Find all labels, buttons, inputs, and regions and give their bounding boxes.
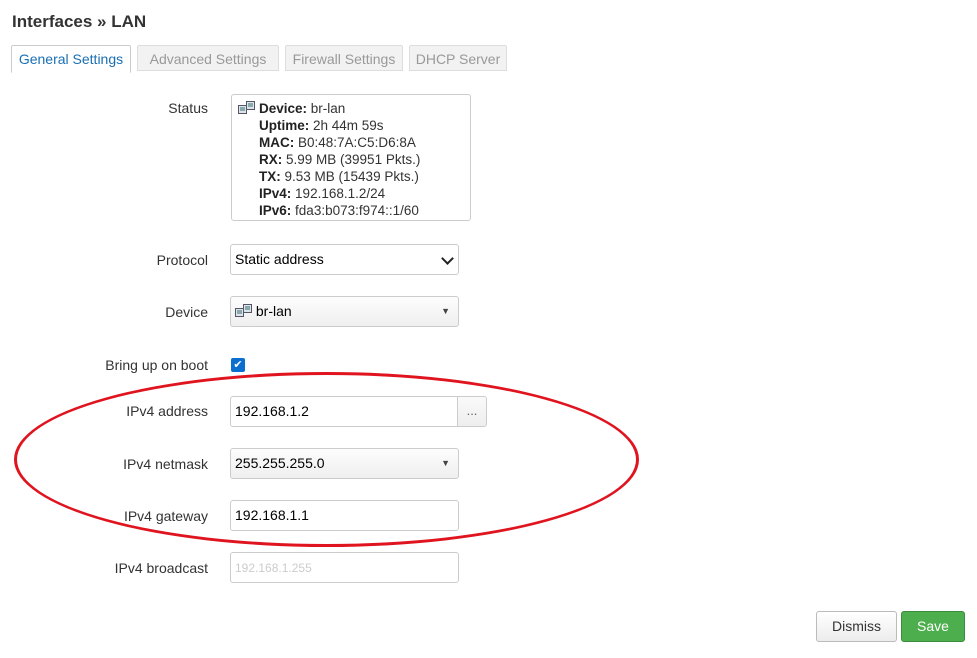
status-line: IPv6: fda3:b073:f974::1/60 (259, 202, 464, 219)
ipv4-broadcast-placeholder: 192.168.1.255 (235, 561, 312, 575)
status-key: MAC: (259, 135, 295, 150)
status-key: IPv6: (259, 203, 292, 218)
ipv4-gateway-label: IPv4 gateway (123, 508, 208, 524)
status-value: br-lan (310, 101, 346, 116)
status-panel: Device: br-lan Uptime: 2h 44m 59s MAC: B0:… (231, 94, 471, 221)
caret-down-icon: ▼ (441, 306, 450, 316)
protocol-label: Protocol (156, 252, 208, 268)
tab-general-settings[interactable]: General Settings (11, 45, 131, 73)
ipv4-address-label: IPv4 address (126, 403, 208, 419)
network-device-icon (235, 304, 252, 317)
status-label: Status (168, 100, 208, 116)
status-value: 5.99 MB (39951 Pkts.) (286, 152, 421, 167)
ipv4-broadcast-input[interactable]: 192.168.1.255 (230, 552, 459, 583)
network-device-icon (238, 101, 255, 114)
status-line: IPv4: 192.168.1.2/24 (259, 185, 464, 202)
ipv4-gateway-value: 192.168.1.1 (235, 507, 309, 523)
status-value: B0:48:7A:C5:D6:8A (298, 135, 416, 150)
chevron-down-icon (441, 252, 454, 265)
save-button[interactable]: Save (901, 611, 965, 642)
protocol-value: Static address (235, 251, 324, 267)
page-title: Interfaces » LAN (12, 12, 147, 31)
boot-checkbox[interactable]: ✔ (231, 358, 245, 372)
status-line: Uptime: 2h 44m 59s (259, 117, 464, 134)
status-key: Uptime: (259, 118, 310, 133)
ipv4-netmask-value: 255.255.255.0 (235, 455, 325, 471)
ipv4-address-input[interactable]: 192.168.1.2 (230, 396, 458, 427)
status-key: IPv4: (259, 186, 292, 201)
tab-firewall-settings[interactable]: Firewall Settings (285, 45, 403, 71)
ipv4-broadcast-label: IPv4 broadcast (114, 560, 208, 576)
status-line: TX: 9.53 MB (15439 Pkts.) (259, 168, 464, 185)
status-value: fda3:b073:f974::1/60 (295, 203, 419, 218)
dismiss-button[interactable]: Dismiss (816, 611, 897, 642)
ipv4-gateway-input[interactable]: 192.168.1.1 (230, 500, 459, 531)
tab-advanced-settings[interactable]: Advanced Settings (137, 45, 279, 71)
device-select[interactable]: br-lan ▼ (230, 296, 459, 327)
status-value: 2h 44m 59s (313, 118, 384, 133)
ipv4-address-options-button[interactable]: ... (457, 396, 487, 427)
caret-down-icon: ▼ (441, 458, 450, 468)
status-value: 192.168.1.2/24 (295, 186, 386, 201)
protocol-select[interactable]: Static address (230, 244, 459, 275)
status-key: Device: (259, 101, 308, 116)
device-value: br-lan (255, 303, 292, 319)
ipv4-address-value: 192.168.1.2 (235, 403, 309, 419)
ipv4-netmask-select[interactable]: 255.255.255.0 ▼ (230, 448, 459, 479)
status-key: RX: (259, 152, 283, 167)
device-label: Device (165, 304, 208, 320)
status-line: RX: 5.99 MB (39951 Pkts.) (259, 151, 464, 168)
ipv4-netmask-label: IPv4 netmask (123, 456, 208, 472)
status-line: MAC: B0:48:7A:C5:D6:8A (259, 134, 464, 151)
check-icon: ✔ (233, 359, 243, 371)
tab-dhcp-server[interactable]: DHCP Server (409, 45, 507, 71)
boot-label: Bring up on boot (105, 357, 208, 373)
status-line: Device: br-lan (259, 100, 464, 117)
status-key: TX: (259, 169, 281, 184)
status-value: 9.53 MB (15439 Pkts.) (284, 169, 419, 184)
